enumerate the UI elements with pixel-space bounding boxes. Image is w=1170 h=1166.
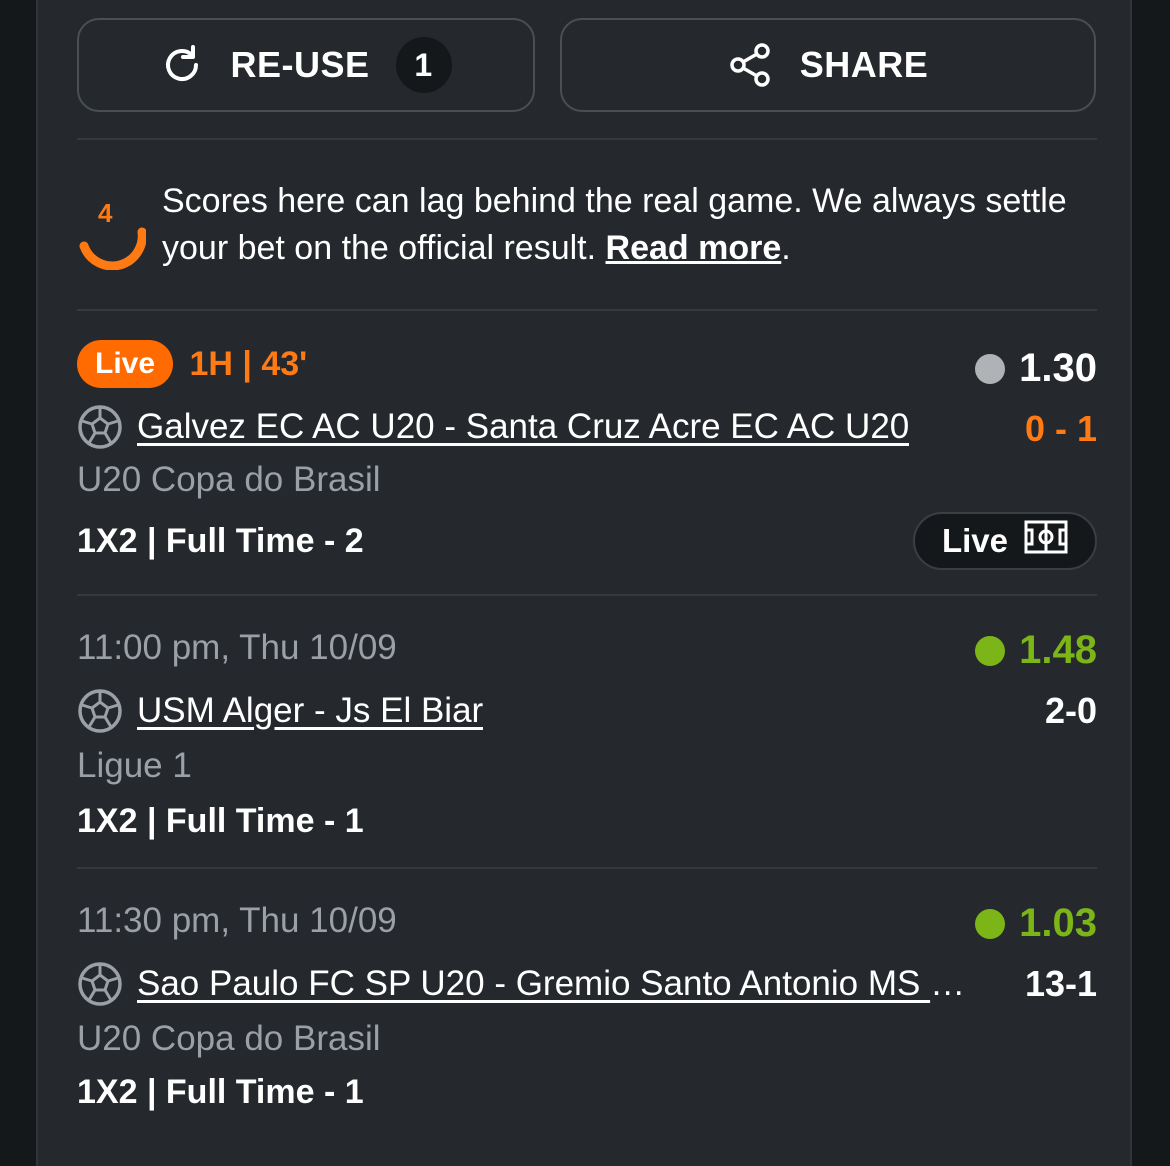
final-score: 13-1 xyxy=(1024,963,1097,1004)
soccer-ball-icon xyxy=(77,961,123,1007)
divider xyxy=(77,594,1097,596)
soccer-ball-icon xyxy=(77,688,123,734)
odds-value: 1.30 xyxy=(1019,346,1097,390)
notice-trailing: . xyxy=(781,229,791,267)
live-score: 0 - 1 xyxy=(1024,408,1097,449)
share-button[interactable]: SHARE xyxy=(560,18,1096,112)
odds-value: 1.48 xyxy=(1019,628,1097,672)
match-link[interactable]: USM Alger - Js El Biar xyxy=(137,691,483,731)
pitch-icon xyxy=(1024,520,1068,562)
match-time: 1H | 43' xyxy=(189,344,308,383)
final-score: 2-0 xyxy=(1044,690,1097,731)
refresh-icon xyxy=(160,43,204,87)
odds: 1.03 xyxy=(975,901,1097,946)
share-label: SHARE xyxy=(799,44,929,85)
divider xyxy=(77,867,1097,869)
notice-icon-number: 4 xyxy=(98,198,113,228)
league-name: U20 Copa do Brasil xyxy=(77,460,381,499)
live-button-label: Live xyxy=(941,522,1009,559)
status-dot-won xyxy=(975,635,1006,666)
match-time: 11:30 pm, Thu 10/09 xyxy=(77,901,397,940)
match-link[interactable]: Sao Paulo FC SP U20 - Gremio Santo Anton… xyxy=(137,964,987,1004)
clock-delay-icon: 4 xyxy=(78,198,147,294)
reuse-label: RE-USE xyxy=(230,44,370,85)
score-lag-notice: 4 Scores here can lag behind the real ga… xyxy=(78,178,1098,294)
odds: 1.30 xyxy=(975,346,1097,391)
match-link[interactable]: Galvez EC AC U20 - Santa Cruz Acre EC AC… xyxy=(137,407,909,447)
market-selection: 1X2 | Full Time - 1 xyxy=(77,1073,364,1111)
odds-value: 1.03 xyxy=(1019,901,1097,945)
divider xyxy=(77,138,1097,140)
live-badge: Live xyxy=(77,340,174,388)
live-stream-button[interactable]: Live xyxy=(913,512,1097,570)
status-dot-pending xyxy=(975,353,1006,384)
market-selection: 1X2 | Full Time - 1 xyxy=(77,802,364,840)
read-more-link[interactable]: Read more xyxy=(606,229,782,267)
reuse-button[interactable]: RE-USE 1 xyxy=(77,18,535,112)
odds: 1.48 xyxy=(975,628,1097,673)
league-name: Ligue 1 xyxy=(77,746,192,785)
status-dot-won xyxy=(975,908,1006,939)
notice-text: Scores here can lag behind the real game… xyxy=(162,178,1082,272)
bet-details-panel: RE-USE 1 SHARE 4 Scores here can lag beh… xyxy=(36,0,1132,1166)
divider xyxy=(77,309,1097,311)
soccer-ball-icon xyxy=(77,404,123,450)
share-icon xyxy=(728,42,772,88)
reuse-count-badge: 1 xyxy=(395,37,452,93)
match-time: 11:00 pm, Thu 10/09 xyxy=(77,628,397,667)
league-name: U20 Copa do Brasil xyxy=(77,1019,381,1058)
